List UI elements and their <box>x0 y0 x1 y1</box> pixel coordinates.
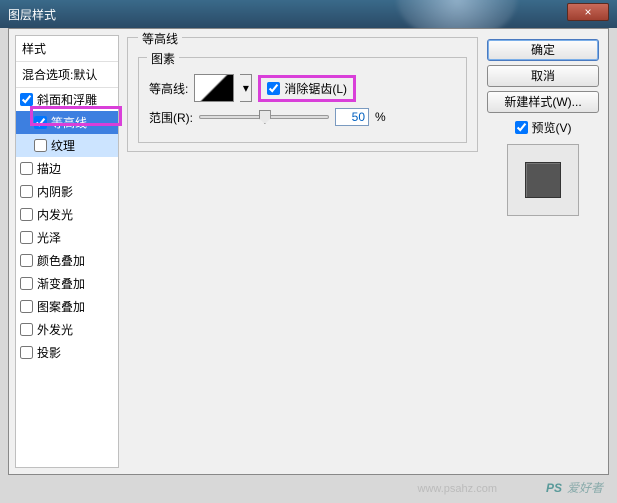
range-unit: % <box>375 110 386 124</box>
style-stroke-checkbox[interactable] <box>20 162 33 175</box>
style-label: 光泽 <box>37 229 61 246</box>
ok-button[interactable]: 确定 <box>487 39 599 61</box>
styles-list: 样式 混合选项:默认 斜面和浮雕 等高线 纹理 描边 内阴影 内发光 光泽 <box>15 35 119 468</box>
contour-label: 等高线: <box>149 80 188 97</box>
close-button[interactable]: × <box>567 3 609 21</box>
style-inner-glow-checkbox[interactable] <box>20 208 33 221</box>
preview-swatch <box>525 162 561 198</box>
new-style-button[interactable]: 新建样式(W)... <box>487 91 599 113</box>
style-contour-checkbox[interactable] <box>34 116 47 129</box>
contour-picker[interactable] <box>194 74 234 102</box>
blend-options[interactable]: 混合选项:默认 <box>16 62 118 88</box>
antialias-checkbox[interactable] <box>267 82 280 95</box>
settings-panel: 等高线 图素 等高线: ▾ 消除锯齿(L) 范围(R): <box>127 35 478 468</box>
style-bevel-emboss[interactable]: 斜面和浮雕 <box>16 88 118 111</box>
preview-toggle-row: 预览(V) <box>484 119 602 136</box>
style-label: 斜面和浮雕 <box>37 91 97 108</box>
style-label: 内发光 <box>37 206 73 223</box>
style-inner-shadow[interactable]: 内阴影 <box>16 180 118 203</box>
antialias-annotation: 消除锯齿(L) <box>258 75 356 102</box>
style-gradient-overlay-checkbox[interactable] <box>20 277 33 290</box>
contour-section: 等高线 图素 等高线: ▾ 消除锯齿(L) 范围(R): <box>127 37 478 152</box>
dialog-body: 样式 混合选项:默认 斜面和浮雕 等高线 纹理 描边 内阴影 内发光 光泽 <box>8 28 609 475</box>
style-drop-shadow[interactable]: 投影 <box>16 341 118 364</box>
style-color-overlay-checkbox[interactable] <box>20 254 33 267</box>
range-value-field[interactable]: 50 <box>335 108 369 126</box>
style-satin[interactable]: 光泽 <box>16 226 118 249</box>
preview-well <box>507 144 579 216</box>
range-slider-thumb[interactable] <box>259 110 271 124</box>
elements-title: 图素 <box>147 50 179 67</box>
style-label: 等高线 <box>51 114 87 131</box>
close-icon: × <box>584 5 591 19</box>
style-drop-shadow-checkbox[interactable] <box>20 346 33 359</box>
section-title: 等高线 <box>138 30 182 47</box>
watermark-url: www.psahz.com <box>418 483 497 495</box>
style-pattern-overlay-checkbox[interactable] <box>20 300 33 313</box>
style-label: 颜色叠加 <box>37 252 85 269</box>
watermark-logo: PS 爱好者 <box>546 476 603 497</box>
range-label: 范围(R): <box>149 109 193 126</box>
style-bevel-checkbox[interactable] <box>20 93 33 106</box>
style-contour[interactable]: 等高线 <box>16 111 118 134</box>
styles-header[interactable]: 样式 <box>16 36 118 62</box>
style-pattern-overlay[interactable]: 图案叠加 <box>16 295 118 318</box>
cancel-button[interactable]: 取消 <box>487 65 599 87</box>
style-inner-glow[interactable]: 内发光 <box>16 203 118 226</box>
style-label: 渐变叠加 <box>37 275 85 292</box>
watermark-brand-a: PS <box>546 481 562 495</box>
preview-checkbox[interactable] <box>515 121 528 134</box>
style-texture-checkbox[interactable] <box>34 139 47 152</box>
style-stroke[interactable]: 描边 <box>16 157 118 180</box>
style-gradient-overlay[interactable]: 渐变叠加 <box>16 272 118 295</box>
style-label: 外发光 <box>37 321 73 338</box>
antialias-label: 消除锯齿(L) <box>284 80 347 97</box>
range-slider[interactable] <box>199 115 329 119</box>
style-label: 内阴影 <box>37 183 73 200</box>
watermark-brand-b: 爱好者 <box>567 481 603 495</box>
style-label: 图案叠加 <box>37 298 85 315</box>
style-label: 纹理 <box>51 137 75 154</box>
style-outer-glow[interactable]: 外发光 <box>16 318 118 341</box>
style-outer-glow-checkbox[interactable] <box>20 323 33 336</box>
elements-group: 图素 等高线: ▾ 消除锯齿(L) 范围(R): <box>138 57 467 143</box>
style-inner-shadow-checkbox[interactable] <box>20 185 33 198</box>
style-color-overlay[interactable]: 颜色叠加 <box>16 249 118 272</box>
action-panel: 确定 取消 新建样式(W)... 预览(V) <box>484 35 602 224</box>
contour-dropdown[interactable]: ▾ <box>240 74 252 102</box>
title-bar: 图层样式 × <box>0 0 617 28</box>
style-label: 投影 <box>37 344 61 361</box>
style-label: 描边 <box>37 160 61 177</box>
style-texture[interactable]: 纹理 <box>16 134 118 157</box>
dialog-title: 图层样式 <box>8 8 56 22</box>
chevron-down-icon: ▾ <box>243 81 249 95</box>
preview-label: 预览(V) <box>532 119 572 136</box>
style-satin-checkbox[interactable] <box>20 231 33 244</box>
